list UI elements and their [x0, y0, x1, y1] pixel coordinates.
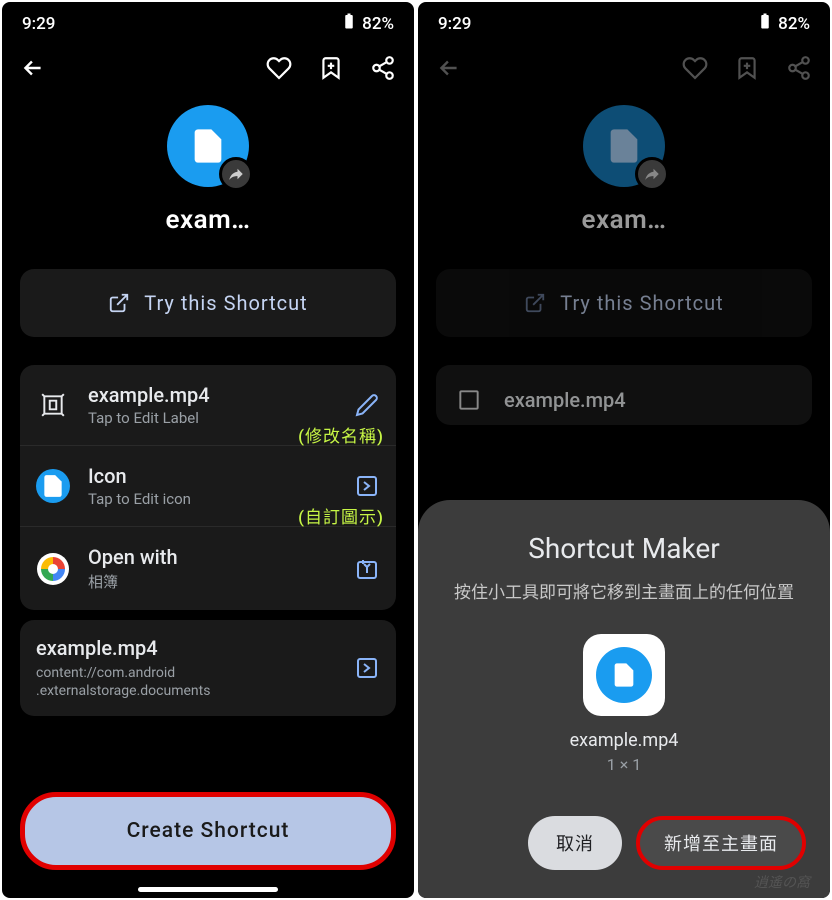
photos-icon	[36, 552, 70, 586]
open-icon	[354, 556, 380, 582]
favorite-button[interactable]	[682, 55, 708, 81]
share-badge-icon	[635, 157, 669, 191]
cancel-button[interactable]: 取消	[528, 816, 622, 870]
edit-label-row[interactable]: example.mp4 Tap to Edit Label (修改名稱)	[20, 365, 396, 446]
dialog-description: 按住小工具即可將它移到主畫面上的任何位置	[442, 581, 806, 607]
status-bar: 9:29 82%	[2, 2, 414, 41]
add-shortcut-dialog: Shortcut Maker 按住小工具即可將它移到主畫面上的任何位置 exam…	[418, 500, 830, 899]
uri-sub: content://com.android .externalstorage.d…	[36, 664, 354, 700]
dialog-actions: 取消 新增至主畫面	[442, 816, 806, 870]
status-time: 9:29	[438, 14, 471, 34]
share-badge-icon	[219, 157, 253, 191]
label-title: example.mp4	[88, 383, 354, 407]
status-bar: 9:29 82%	[418, 2, 830, 41]
dialog-preview[interactable]: example.mp4 1 × 1	[442, 634, 806, 774]
bookmark-button[interactable]	[734, 55, 760, 81]
icon-sub: Tap to Edit icon	[88, 490, 354, 508]
status-right: 82%	[336, 12, 394, 35]
try-shortcut-label: Try this Shortcut	[560, 291, 723, 315]
phone-left: 9:29 82% exam… Try this	[2, 2, 414, 898]
shortcut-hero-icon[interactable]	[167, 105, 249, 187]
hero-title: exam…	[581, 205, 666, 235]
icon-title: Icon	[88, 464, 354, 488]
nav-handle[interactable]	[138, 887, 278, 892]
open-sub: 相簿	[88, 571, 354, 592]
battery-icon	[340, 12, 358, 35]
share-button[interactable]	[370, 55, 396, 81]
options-list: example.mp4 Tap to Edit Label (修改名稱) Ico…	[20, 365, 396, 610]
phone-right: 9:29 82% exam… Try this	[418, 2, 830, 898]
status-time: 9:29	[22, 14, 55, 34]
battery-icon	[756, 12, 774, 35]
toolbar	[2, 41, 414, 95]
battery-percent: 82%	[778, 14, 810, 34]
favorite-button[interactable]	[266, 55, 292, 81]
battery-percent: 82%	[362, 14, 394, 34]
label-icon	[36, 388, 70, 422]
options-list: example.mp4	[436, 365, 812, 425]
back-button[interactable]	[20, 55, 46, 81]
create-shortcut-label: Create Shortcut	[127, 819, 290, 843]
cancel-label: 取消	[556, 834, 594, 855]
back-button[interactable]	[436, 55, 462, 81]
shortcut-hero-icon	[583, 105, 665, 187]
dialog-shortcut-icon	[583, 634, 665, 716]
label-title: example.mp4	[504, 388, 796, 412]
hero: exam…	[2, 105, 414, 235]
bookmark-button[interactable]	[318, 55, 344, 81]
dialog-shortcut-name: example.mp4	[570, 730, 679, 751]
create-shortcut-button[interactable]: Create Shortcut	[20, 792, 396, 870]
share-button[interactable]	[786, 55, 812, 81]
uri-row[interactable]: example.mp4 content://com.android .exter…	[20, 620, 396, 716]
uri-title: example.mp4	[36, 636, 354, 660]
add-label: 新增至主畫面	[664, 834, 778, 855]
enter-icon	[354, 473, 380, 499]
status-right: 82%	[752, 12, 810, 35]
edit-icon-row[interactable]: Icon Tap to Edit icon (自訂圖示)	[20, 446, 396, 527]
uri-enter-icon	[354, 655, 380, 681]
hero-title: exam…	[165, 205, 250, 235]
hero: exam…	[418, 105, 830, 235]
try-shortcut-button[interactable]: Try this Shortcut	[20, 269, 396, 337]
try-shortcut-label: Try this Shortcut	[144, 291, 307, 315]
add-to-home-button[interactable]: 新增至主畫面	[636, 816, 806, 870]
label-sub: Tap to Edit Label	[88, 409, 354, 427]
toolbar	[418, 41, 830, 95]
file-icon	[36, 469, 70, 503]
open-title: Open with	[88, 545, 354, 569]
dialog-shortcut-size: 1 × 1	[607, 755, 641, 774]
open-with-row[interactable]: Open with 相簿	[20, 527, 396, 610]
dialog-title: Shortcut Maker	[442, 532, 806, 565]
try-shortcut-button: Try this Shortcut	[436, 269, 812, 337]
label-icon	[452, 383, 486, 417]
edit-label-row: example.mp4	[436, 365, 812, 425]
edit-icon	[354, 392, 380, 418]
